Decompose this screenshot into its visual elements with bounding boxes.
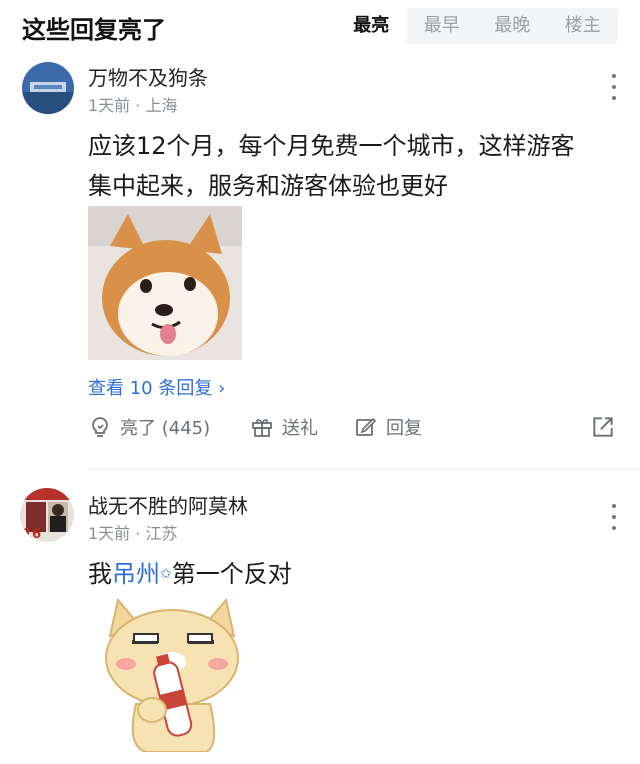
view-replies-link[interactable]: 查看 10 条回复 ›	[88, 374, 225, 400]
comment-text: 我吊州✩第一个反对	[88, 554, 292, 594]
avatar[interactable]	[22, 62, 74, 114]
comment-item: 16 战无不胜的阿莫林 1天前 · 江苏 我吊州✩第一个反对	[0, 470, 640, 764]
meta-separator: ·	[135, 96, 146, 115]
comment-text-suffix: 第一个反对	[171, 560, 292, 588]
cartoon-dog-bottle-image	[96, 596, 248, 752]
comment-text-line: 集中起来，服务和游客体验也更好	[88, 172, 448, 200]
username[interactable]: 战无不胜的阿莫林	[88, 490, 248, 519]
comment-text-prefix: 我	[88, 560, 112, 588]
username[interactable]: 万物不及狗条	[88, 62, 208, 91]
comment-actions: 亮了 (445) 送礼 回复	[88, 414, 628, 448]
comment-location: 江苏	[145, 524, 178, 543]
share-button[interactable]	[590, 414, 624, 440]
comment-location: 上海	[145, 96, 178, 115]
edit-reply-icon	[356, 417, 377, 436]
comment-meta: 1天前 · 江苏	[88, 520, 177, 544]
comment-item: 万物不及狗条 1天前 · 上海 应该12个月，每个月免费一个城市，这样游客 集中…	[0, 0, 640, 470]
avatar[interactable]: 16	[20, 488, 74, 542]
light-count: 亮了 (445)	[120, 418, 211, 439]
shiba-dog-image	[88, 206, 242, 360]
comment-meta: 1天前 · 上海	[88, 92, 177, 116]
reply-label: 回复	[386, 418, 422, 439]
place-link-icon: ✩	[160, 566, 172, 582]
comment-divider	[88, 468, 640, 469]
meta-separator: ·	[135, 524, 146, 543]
lightbulb-icon	[92, 417, 108, 437]
place-link[interactable]: 吊州	[112, 560, 160, 588]
comment-text: 应该12个月，每个月免费一个城市，这样游客 集中起来，服务和游客体验也更好	[88, 126, 575, 206]
more-options-icon[interactable]	[609, 504, 619, 530]
share-icon	[593, 417, 613, 437]
comment-image[interactable]	[96, 596, 248, 752]
svg-text:16: 16	[23, 527, 41, 542]
more-options-icon[interactable]	[609, 74, 619, 100]
light-button[interactable]: 亮了 (445)	[88, 414, 210, 440]
reply-button[interactable]: 回复	[354, 414, 422, 440]
comment-text-line: 应该12个月，每个月免费一个城市，这样游客	[88, 132, 575, 160]
gift-label: 送礼	[282, 418, 318, 439]
gift-button[interactable]: 送礼	[250, 414, 318, 440]
comment-time: 1天前	[88, 96, 131, 115]
comment-time: 1天前	[88, 524, 131, 543]
comment-image[interactable]	[88, 206, 242, 360]
gift-icon	[252, 419, 272, 437]
